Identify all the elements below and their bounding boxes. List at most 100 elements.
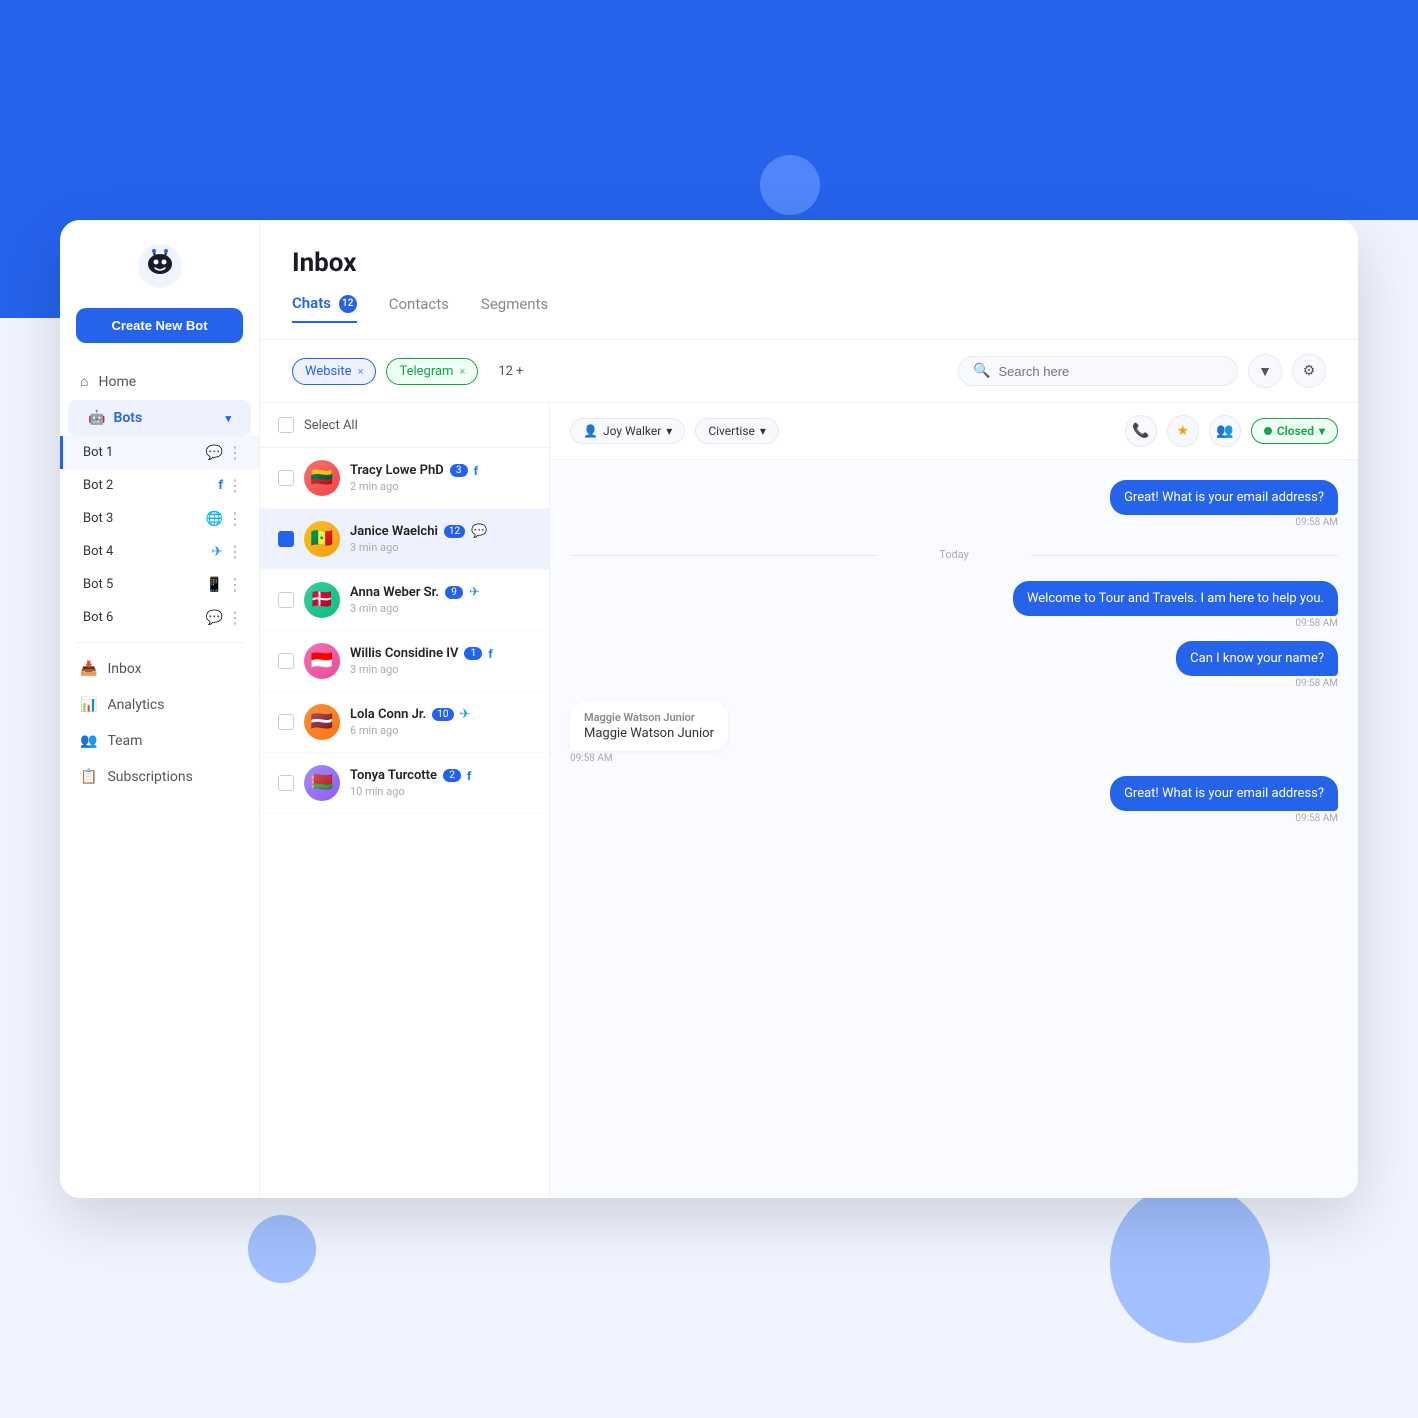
chat-item-3[interactable]: 🇩🇰 Anna Weber Sr. 9 ✈ 3 min ago [260,570,549,631]
chat-item-6[interactable]: 🇧🇾 Tonya Turcotte 2 f 10 min ago [260,753,549,814]
facebook-icon: f [218,478,223,493]
sidebar-item-home[interactable]: ⌂ Home [60,363,259,400]
filter-button[interactable]: ▼ [1248,354,1282,388]
sidebar-item-bots-label: Bots [113,410,142,426]
tab-contacts[interactable]: Contacts [389,295,449,323]
filter-telegram-close-icon[interactable]: × [459,365,465,378]
bots-chevron-icon: ▾ [225,412,231,425]
chat-6-count: 2 [443,769,461,782]
status-dot [1264,427,1272,435]
sidebar-item-bots[interactable]: 🤖 Bots ▾ [68,400,251,436]
chat-3-count: 9 [445,586,463,599]
chat-4-avatar: 🇮🇩 [304,643,340,679]
filter-website-label: Website [305,364,352,379]
bot-item-3[interactable]: Bot 3 🌐 ⋮ [60,502,259,535]
sidebar-navigation: ⌂ Home 🤖 Bots ▾ Bot 1 💬 ⋮ Bot 2 [60,363,259,1174]
status-badge[interactable]: Closed ▾ [1251,418,1338,444]
globe-icon: 🌐 [206,511,223,527]
app-logo [138,244,182,288]
android-icon: 📱 [206,577,223,593]
message-3: Can I know your name? 09:58 AM [570,641,1338,689]
home-icon: ⌂ [80,373,88,390]
main-header: Inbox Chats 12 Contacts Segments [260,220,1358,340]
filter-telegram-label: Telegram [399,364,453,379]
sidebar-item-inbox[interactable]: 📥 Inbox [60,651,259,687]
whatsapp-icon: 💬 [206,445,223,461]
chat-window: 👤 Joy Walker ▾ Civertise ▾ 📞 ★ [550,403,1358,1198]
phone-action-button[interactable]: 📞 [1125,415,1157,447]
create-bot-button[interactable]: Create New Bot [76,308,243,343]
bot-2-more-icon[interactable]: ⋮ [227,476,243,495]
chat-item-2[interactable]: 🇸🇳 Janice Waelchi 12 💬 3 min ago [260,509,549,570]
telegram-icon: ✈ [211,544,223,560]
tabs-row: Chats 12 Contacts Segments [292,294,1326,323]
decorative-circle-bottom-right [1110,1183,1270,1343]
sidebar-item-home-label: Home [98,374,136,390]
filter-website-close-icon[interactable]: × [358,365,364,378]
chat-3-time: 3 min ago [350,602,531,615]
chat-item-4[interactable]: 🇮🇩 Willis Considine IV 1 f 3 min ago [260,631,549,692]
chat-1-avatar: 🇱🇹 [304,460,340,496]
chat-1-count: 3 [450,464,468,477]
bot-4-more-icon[interactable]: ⋮ [227,542,243,561]
bot-item-1[interactable]: Bot 1 💬 ⋮ [60,436,259,469]
filter-telegram[interactable]: Telegram × [386,358,478,385]
chat-2-checkbox[interactable] [278,531,294,547]
message-4-text: Maggie Watson Junior [584,726,714,741]
message-4-sender: Maggie Watson Junior [584,711,714,724]
bot-6-more-icon[interactable]: ⋮ [227,608,243,627]
bot-3-more-icon[interactable]: ⋮ [227,509,243,528]
team-select[interactable]: Civertise ▾ [695,418,779,444]
filter-website[interactable]: Website × [292,358,376,385]
chat-icon: 💬 [206,610,223,626]
search-input[interactable] [998,364,1223,379]
bot-item-4[interactable]: Bot 4 ✈ ⋮ [60,535,259,568]
sidebar-item-subscriptions[interactable]: 📋 Subscriptions [60,759,259,795]
bot-item-2[interactable]: Bot 2 f ⋮ [60,469,259,502]
bot-item-6[interactable]: Bot 6 💬 ⋮ [60,601,259,634]
message-1: Great! What is your email address? 09:58… [570,480,1338,528]
chat-3-platform-icon: ✈ [469,585,480,600]
tab-chats[interactable]: Chats 12 [292,294,357,323]
chat-1-platform-icon: f [474,464,478,478]
settings-button[interactable]: ⚙ [1292,354,1326,388]
chat-list-header: Select All [260,403,549,448]
analytics-icon: 📊 [80,697,97,713]
chat-3-checkbox[interactable] [278,592,294,608]
chat-1-checkbox[interactable] [278,470,294,486]
tab-segments-label: Segments [481,295,548,313]
bot-5-more-icon[interactable]: ⋮ [227,575,243,594]
tab-segments[interactable]: Segments [481,295,548,323]
chat-5-platform-icon: ✈ [460,707,471,722]
status-chevron-icon: ▾ [1319,424,1325,438]
sidebar-item-subscriptions-label: Subscriptions [107,769,192,785]
chat-item-1[interactable]: 🇱🇹 Tracy Lowe PhD 3 f 2 min ago [260,448,549,509]
users-action-button[interactable]: 👥 [1209,415,1241,447]
select-all-checkbox[interactable] [278,417,294,433]
agent-name: Joy Walker [603,424,661,438]
chat-3-name: Anna Weber Sr. [350,585,439,600]
chat-5-checkbox[interactable] [278,714,294,730]
tab-chats-label: Chats [292,294,331,312]
sidebar-item-team[interactable]: 👥 Team [60,723,259,759]
message-1-time: 09:58 AM [1295,517,1338,528]
message-4-bubble: Maggie Watson Junior Maggie Watson Junio… [570,701,728,751]
tab-contacts-label: Contacts [389,295,449,313]
agent-icon: 👤 [583,424,598,438]
team-chevron-icon: ▾ [760,424,766,438]
agent-select[interactable]: 👤 Joy Walker ▾ [570,418,685,444]
bot-icon: 🤖 [88,410,105,426]
chat-6-checkbox[interactable] [278,775,294,791]
filter-more[interactable]: 12 + [488,359,533,384]
bot-1-more-icon[interactable]: ⋮ [227,443,243,462]
sidebar-item-analytics[interactable]: 📊 Analytics [60,687,259,723]
date-divider: Today [570,540,1338,569]
chat-2-platform-icon: 💬 [471,524,487,539]
chats-badge: 12 [339,295,357,313]
chat-4-checkbox[interactable] [278,653,294,669]
star-action-button[interactable]: ★ [1167,415,1199,447]
bot-item-5[interactable]: Bot 5 📱 ⋮ [60,568,259,601]
message-2-bubble: Welcome to Tour and Travels. I am here t… [1013,581,1338,616]
status-label: Closed [1277,424,1314,438]
chat-item-5[interactable]: 🇱🇻 Lola Conn Jr. 10 ✈ 6 min ago [260,692,549,753]
